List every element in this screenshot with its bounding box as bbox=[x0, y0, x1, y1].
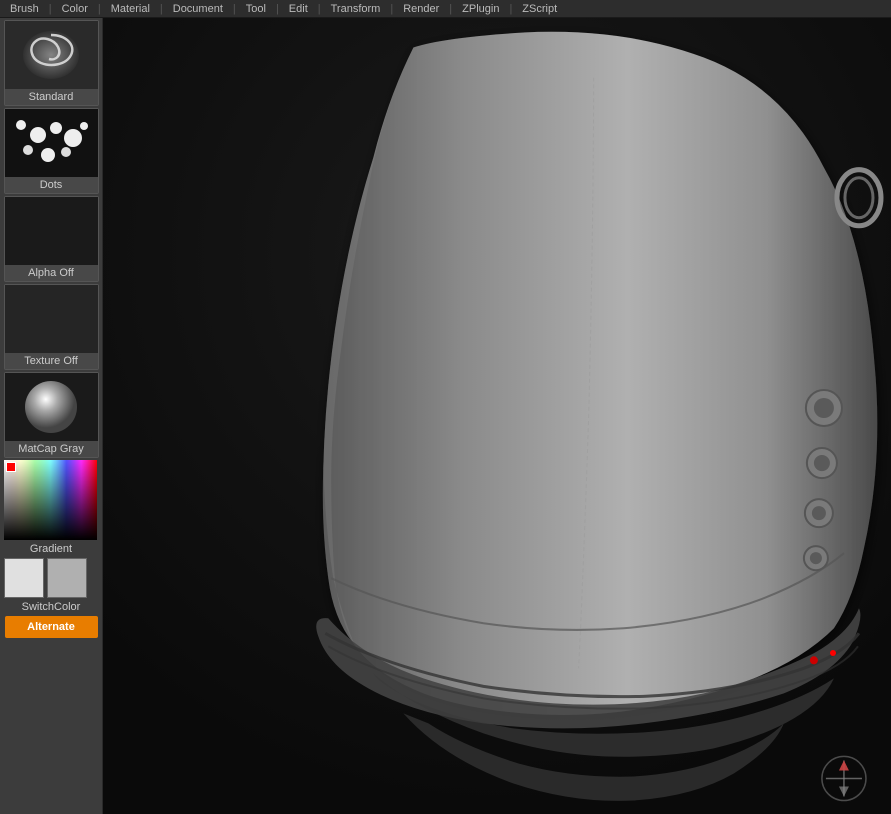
topbar-brush[interactable]: Brush bbox=[6, 3, 43, 15]
dots-brush-preview bbox=[5, 109, 98, 177]
dots-brush-label: Dots bbox=[5, 177, 98, 193]
alternate-button[interactable]: Alternate bbox=[5, 616, 98, 638]
matcap-sphere-icon bbox=[21, 377, 81, 437]
standard-brush-label: Standard bbox=[5, 89, 98, 105]
alpha-off-preview bbox=[5, 197, 98, 265]
standard-swirl-icon bbox=[16, 25, 86, 85]
color-section: Gradient SwitchColor Alternate bbox=[4, 460, 99, 638]
topbar: Brush | Color | Material | Document | To… bbox=[0, 0, 891, 18]
alpha-off-label: Alpha Off bbox=[5, 265, 98, 281]
topbar-transform[interactable]: Transform bbox=[327, 3, 385, 15]
dots-brush-item[interactable]: Dots bbox=[4, 108, 99, 194]
matcap-label: MatCap Gray bbox=[5, 441, 98, 457]
topbar-sep8: | bbox=[449, 3, 452, 15]
topbar-render[interactable]: Render bbox=[399, 3, 443, 15]
texture-off-preview bbox=[5, 285, 98, 353]
matcap-preview bbox=[5, 373, 98, 441]
primary-color-swatch[interactable] bbox=[4, 558, 44, 598]
topbar-document[interactable]: Document bbox=[169, 3, 227, 15]
dots-pattern-icon bbox=[6, 110, 96, 176]
topbar-sep4: | bbox=[233, 3, 236, 15]
topbar-sep2: | bbox=[98, 3, 101, 15]
topbar-zscript[interactable]: ZScript bbox=[518, 3, 561, 15]
topbar-material[interactable]: Material bbox=[107, 3, 154, 15]
texture-off-item[interactable]: Texture Off bbox=[4, 284, 99, 370]
alpha-off-item[interactable]: Alpha Off bbox=[4, 196, 99, 282]
red-dot-marker bbox=[830, 650, 836, 656]
secondary-color-swatch[interactable] bbox=[47, 558, 87, 598]
topbar-color[interactable]: Color bbox=[58, 3, 92, 15]
topbar-zplugin[interactable]: ZPlugin bbox=[458, 3, 503, 15]
3d-model-svg bbox=[103, 18, 891, 814]
matcap-item[interactable]: MatCap Gray bbox=[4, 372, 99, 458]
color-indicator bbox=[6, 462, 16, 472]
switch-color-row bbox=[4, 558, 99, 598]
standard-brush-preview bbox=[5, 21, 98, 89]
switch-color-label: SwitchColor bbox=[4, 600, 99, 614]
topbar-sep5: | bbox=[276, 3, 279, 15]
compass-icon bbox=[822, 756, 866, 800]
gradient-canvas[interactable] bbox=[4, 460, 97, 540]
topbar-sep9: | bbox=[509, 3, 512, 15]
topbar-sep7: | bbox=[390, 3, 393, 15]
sidebar: Standard Dots bbox=[0, 18, 103, 814]
topbar-sep3: | bbox=[160, 3, 163, 15]
texture-off-label: Texture Off bbox=[5, 353, 98, 369]
color-picker-wrapper[interactable] bbox=[4, 460, 99, 540]
viewport bbox=[103, 18, 891, 814]
gradient-label: Gradient bbox=[4, 542, 99, 556]
topbar-sep6: | bbox=[318, 3, 321, 15]
topbar-edit[interactable]: Edit bbox=[285, 3, 312, 15]
topbar-sep1: | bbox=[49, 3, 52, 15]
standard-brush-item[interactable]: Standard bbox=[4, 20, 99, 106]
model-container bbox=[103, 18, 891, 814]
topbar-tool[interactable]: Tool bbox=[242, 3, 270, 15]
